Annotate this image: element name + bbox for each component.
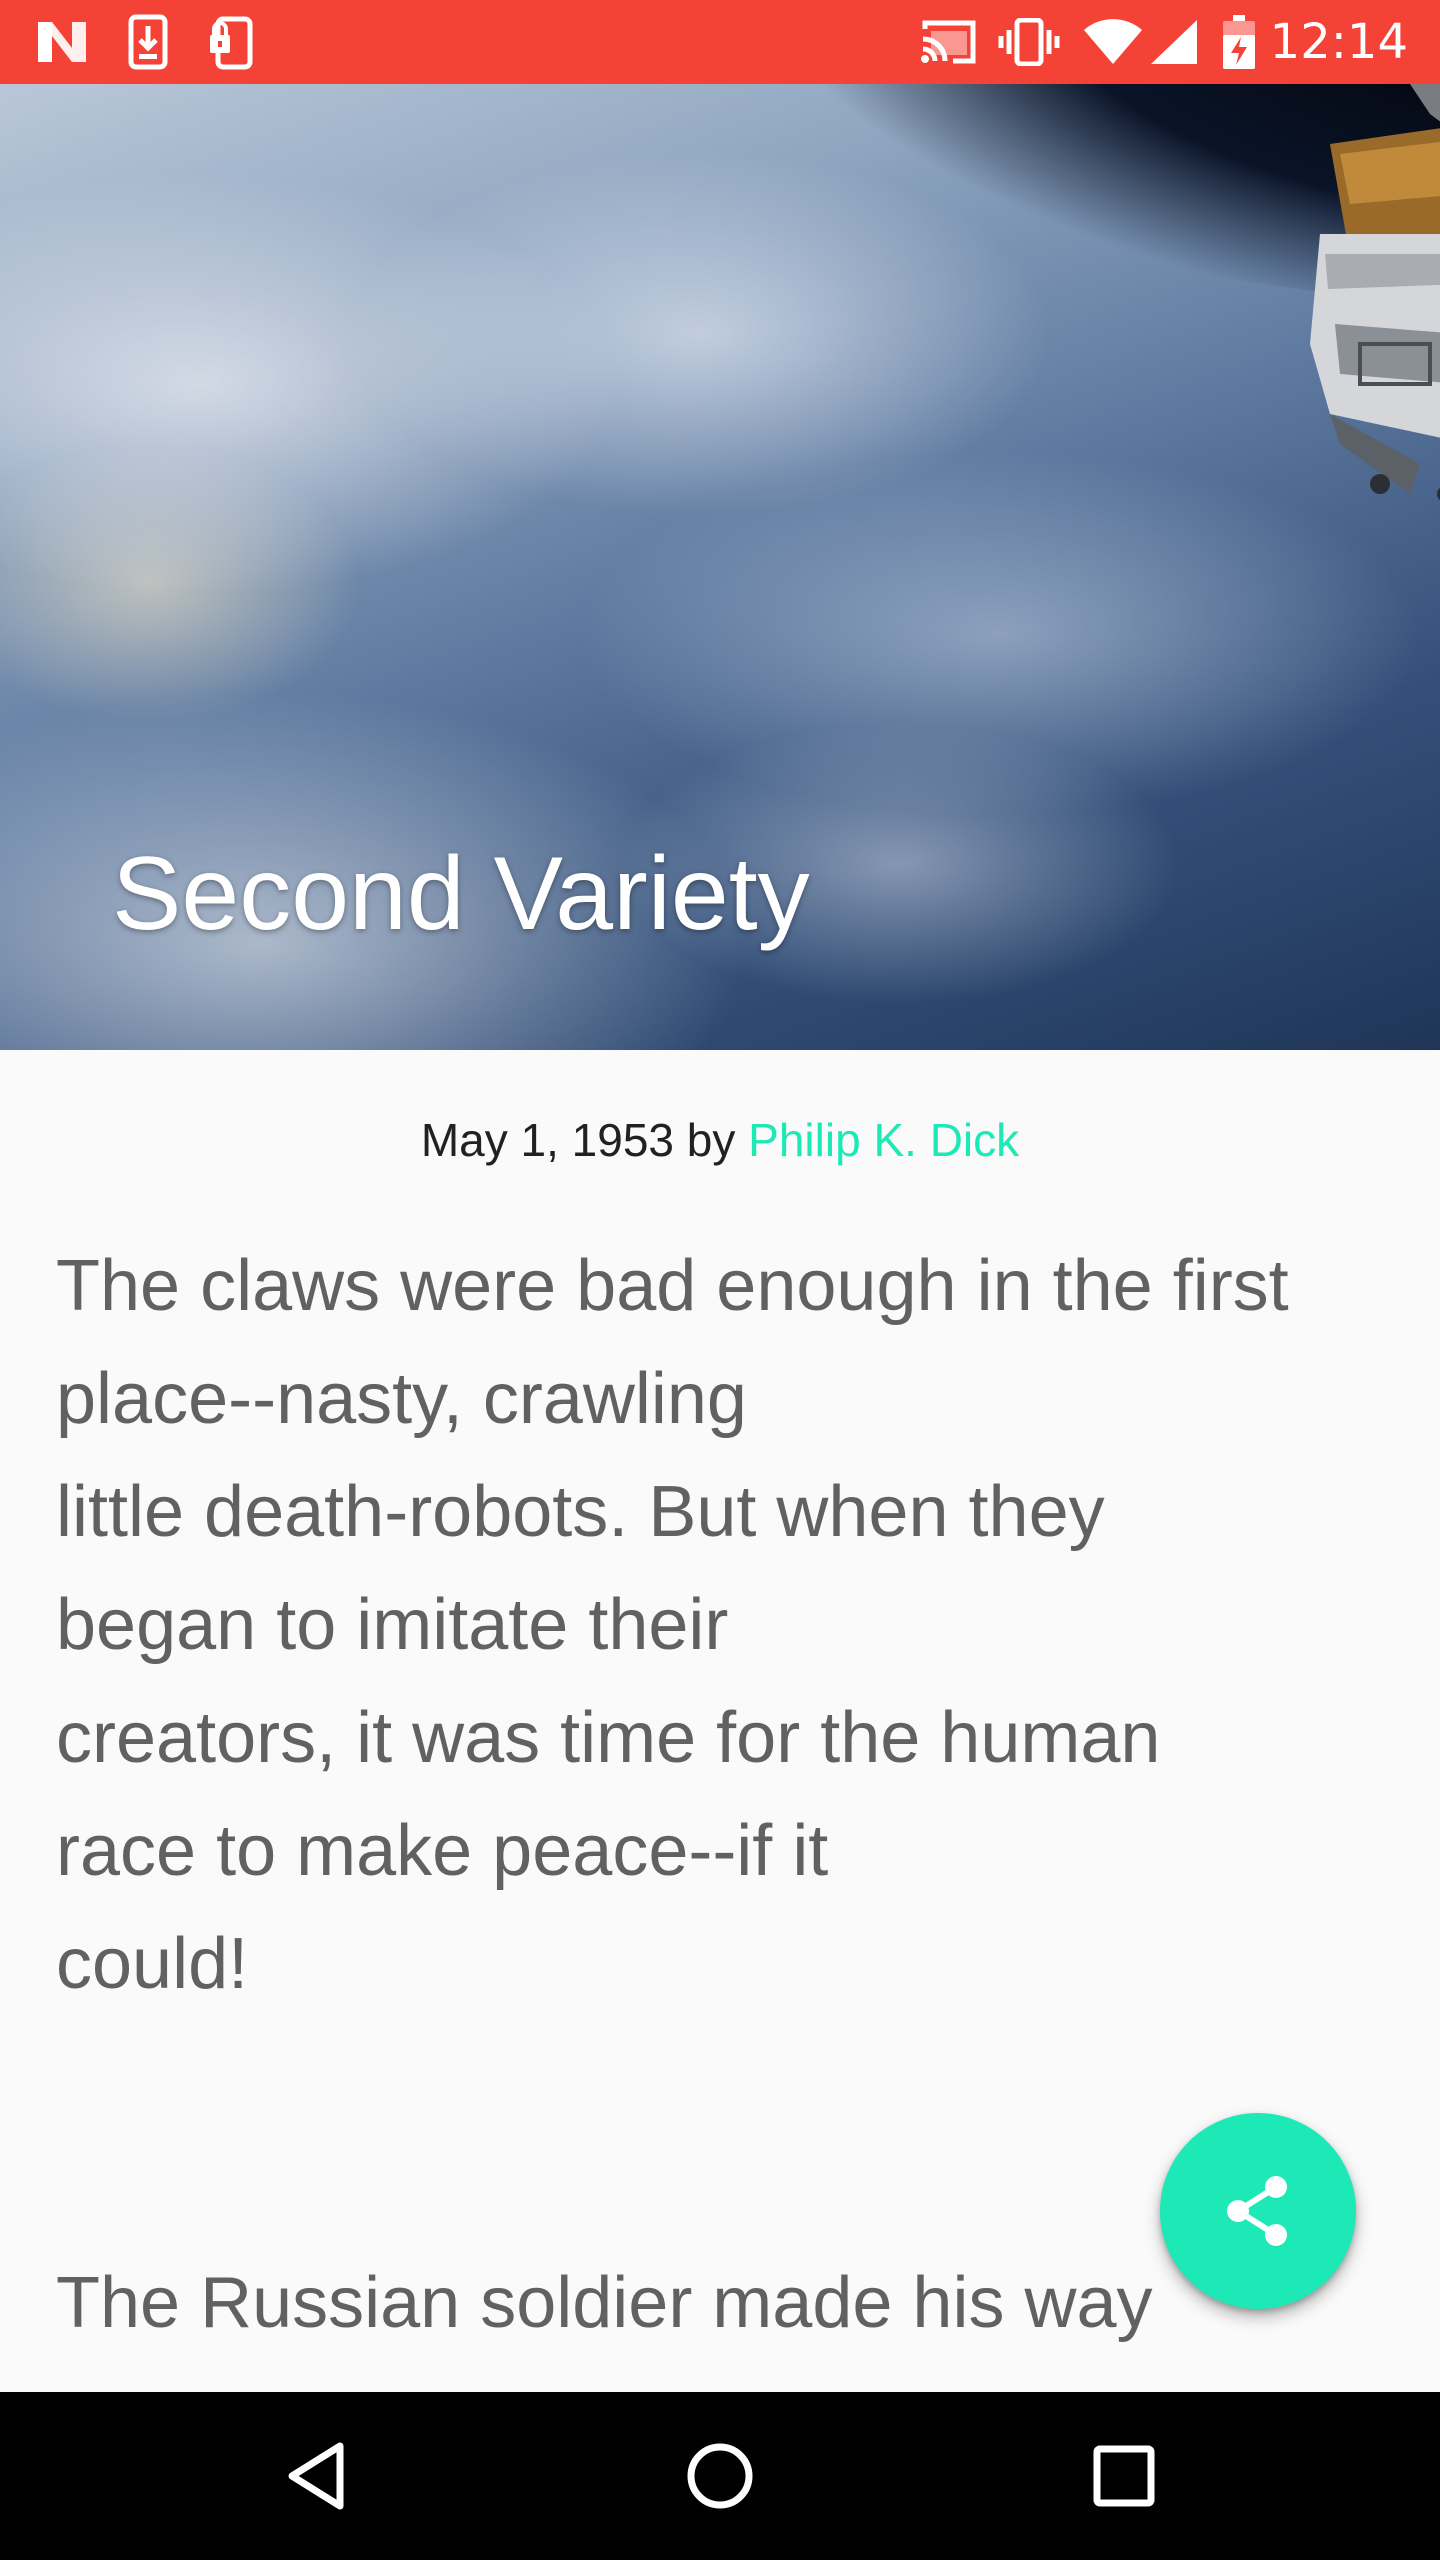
n-notification-icon [34,0,90,84]
cast-icon [918,0,978,84]
hero-image: Second Variety [0,84,1440,1050]
article-paragraph: The claws were bad enough in the first p… [56,1246,1289,2004]
phone-lock-icon [206,0,258,84]
signal-icon [1148,0,1200,84]
navigation-bar [0,2392,1440,2560]
download-icon [124,0,172,84]
author-link[interactable]: Philip K. Dick [748,1114,1019,1166]
status-bar: 12:14 [0,0,1440,84]
home-button[interactable] [620,2392,820,2560]
home-icon [687,2443,753,2509]
back-icon [288,2442,344,2510]
screen: 12:14 Second Variety May 1, 1953 by Phil… [0,0,1440,2560]
wifi-icon [1082,0,1144,84]
hero-title: Second Variety [112,836,810,952]
back-button[interactable] [216,2392,416,2560]
space-station-illustration [1310,84,1440,501]
publish-date: May 1, 1953 by [420,1114,749,1166]
status-time: 12:14 [1269,14,1408,70]
share-icon [1227,2176,1287,2246]
recents-icon [1093,2445,1155,2507]
share-button[interactable] [1160,2113,1356,2309]
vibrate-icon [996,0,1062,84]
article-meta: May 1, 1953 by Philip K. Dick [0,1105,1440,1175]
battery-icon [1222,0,1256,84]
recents-button[interactable] [1024,2392,1224,2560]
